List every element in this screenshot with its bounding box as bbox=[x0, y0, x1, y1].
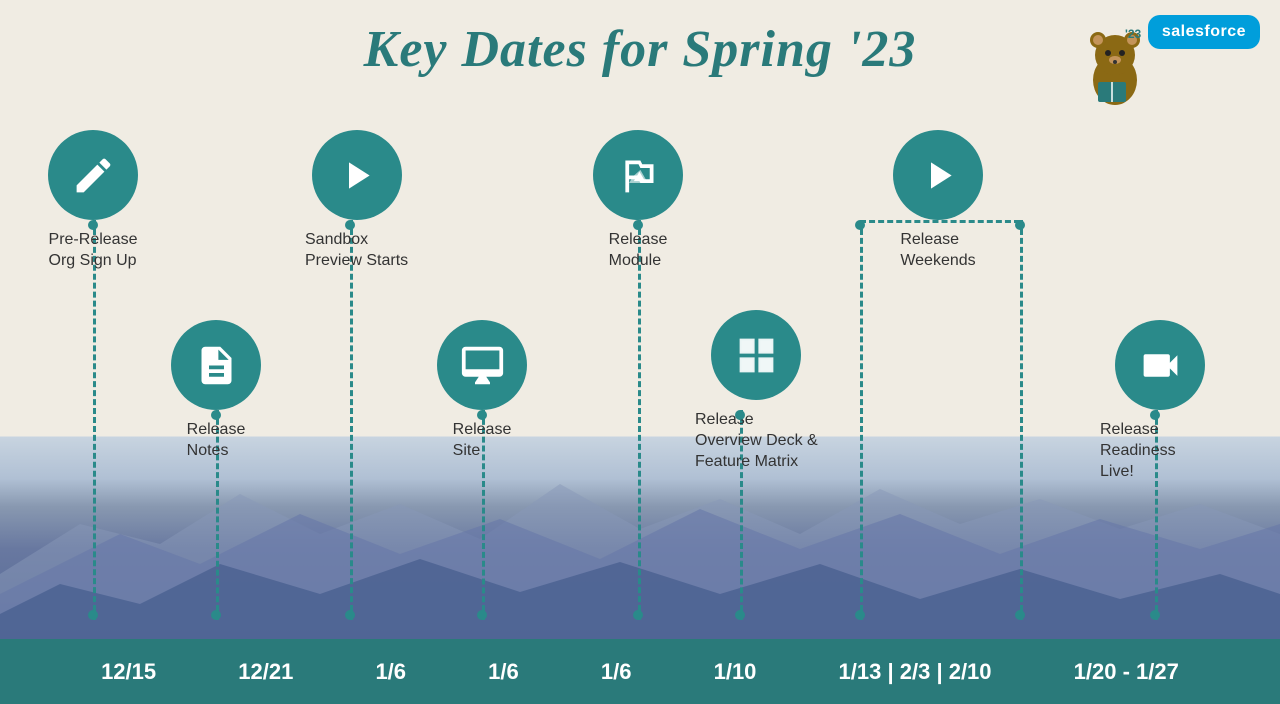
salesforce-logo: salesforce bbox=[1148, 15, 1260, 49]
dot-top-weekends-left bbox=[855, 220, 865, 230]
date-6: 1/10 bbox=[714, 659, 757, 685]
dot-top-readiness bbox=[1150, 410, 1160, 420]
dot-top-pre-release bbox=[88, 220, 98, 230]
pre-release-label: Pre-ReleaseOrg Sign Up bbox=[49, 230, 138, 272]
dashed-line-module bbox=[638, 220, 641, 620]
icon-item-release-readiness: Release ReadinessLive! bbox=[1100, 320, 1220, 482]
dot-top-overview bbox=[735, 410, 745, 420]
icon-item-sandbox: SandboxPreview Starts bbox=[305, 130, 408, 272]
date-1: 12/15 bbox=[101, 659, 156, 685]
release-weekends-icon-circle bbox=[893, 130, 983, 220]
dot-top-sandbox bbox=[345, 220, 355, 230]
release-module-icon-circle bbox=[593, 130, 683, 220]
dot-top-site bbox=[477, 410, 487, 420]
dot-top-module bbox=[633, 220, 643, 230]
icon-item-release-overview: ReleaseOverview Deck &Feature Matrix bbox=[695, 310, 818, 472]
dot-site bbox=[477, 610, 487, 620]
release-site-icon-circle bbox=[437, 320, 527, 410]
release-readiness-icon-circle bbox=[1115, 320, 1205, 410]
monitor-icon bbox=[460, 343, 505, 388]
dashed-line-weekends-right bbox=[1020, 220, 1023, 620]
document-icon bbox=[194, 343, 239, 388]
date-7: 1/13 | 2/3 | 2/10 bbox=[839, 659, 992, 685]
release-module-label: ReleaseModule bbox=[609, 230, 668, 272]
play2-icon bbox=[916, 153, 961, 198]
video-icon bbox=[1138, 343, 1183, 388]
dot-pre-release bbox=[88, 610, 98, 620]
sandbox-icon-circle bbox=[312, 130, 402, 220]
release-overview-icon-circle bbox=[711, 310, 801, 400]
icon-item-release-weekends: ReleaseWeekends bbox=[893, 130, 983, 272]
dot-notes bbox=[211, 610, 221, 620]
release-notes-label: ReleaseNotes bbox=[187, 420, 246, 462]
date-2: 12/21 bbox=[238, 659, 293, 685]
logo-area: '23 salesforce bbox=[1148, 15, 1260, 49]
release-weekends-label: ReleaseWeekends bbox=[900, 230, 975, 272]
dashed-line-weekends-left bbox=[860, 220, 863, 620]
release-readiness-label: Release ReadinessLive! bbox=[1100, 420, 1220, 482]
dashed-line-pre-release bbox=[93, 220, 96, 620]
dot-weekends-left bbox=[855, 610, 865, 620]
release-overview-label: ReleaseOverview Deck &Feature Matrix bbox=[695, 410, 818, 472]
page-wrapper: Key Dates for Spring '23 bbox=[0, 0, 1280, 704]
timeline-bar: 12/15 12/21 1/6 1/6 1/6 1/10 1/13 | 2/3 … bbox=[0, 639, 1280, 704]
sandbox-label: SandboxPreview Starts bbox=[305, 230, 408, 272]
dot-top-weekends-right bbox=[1015, 220, 1025, 230]
mascot-bear: '23 bbox=[1070, 20, 1160, 110]
dot-weekends-right bbox=[1015, 610, 1025, 620]
date-4: 1/6 bbox=[488, 659, 519, 685]
date-5: 1/6 bbox=[601, 659, 632, 685]
mountain-icon bbox=[616, 153, 661, 198]
svg-text:'23: '23 bbox=[1125, 27, 1142, 41]
edit-icon bbox=[71, 153, 116, 198]
play-icon bbox=[334, 153, 379, 198]
release-notes-icon-circle bbox=[171, 320, 261, 410]
dashed-line-sandbox bbox=[350, 220, 353, 620]
dot-top-notes bbox=[211, 410, 221, 420]
icon-item-release-notes: ReleaseNotes bbox=[171, 320, 261, 462]
date-8: 1/20 - 1/27 bbox=[1074, 659, 1179, 685]
dot-readiness bbox=[1150, 610, 1160, 620]
dot-sandbox bbox=[345, 610, 355, 620]
dot-module bbox=[633, 610, 643, 620]
pre-release-icon-circle bbox=[48, 130, 138, 220]
release-site-label: ReleaseSite bbox=[453, 420, 512, 462]
grid-icon bbox=[734, 333, 779, 378]
date-3: 1/6 bbox=[375, 659, 406, 685]
icon-item-pre-release: Pre-ReleaseOrg Sign Up bbox=[48, 130, 138, 272]
icon-item-release-module: ReleaseModule bbox=[593, 130, 683, 272]
dot-overview bbox=[735, 610, 745, 620]
icon-item-release-site: ReleaseSite bbox=[437, 320, 527, 462]
